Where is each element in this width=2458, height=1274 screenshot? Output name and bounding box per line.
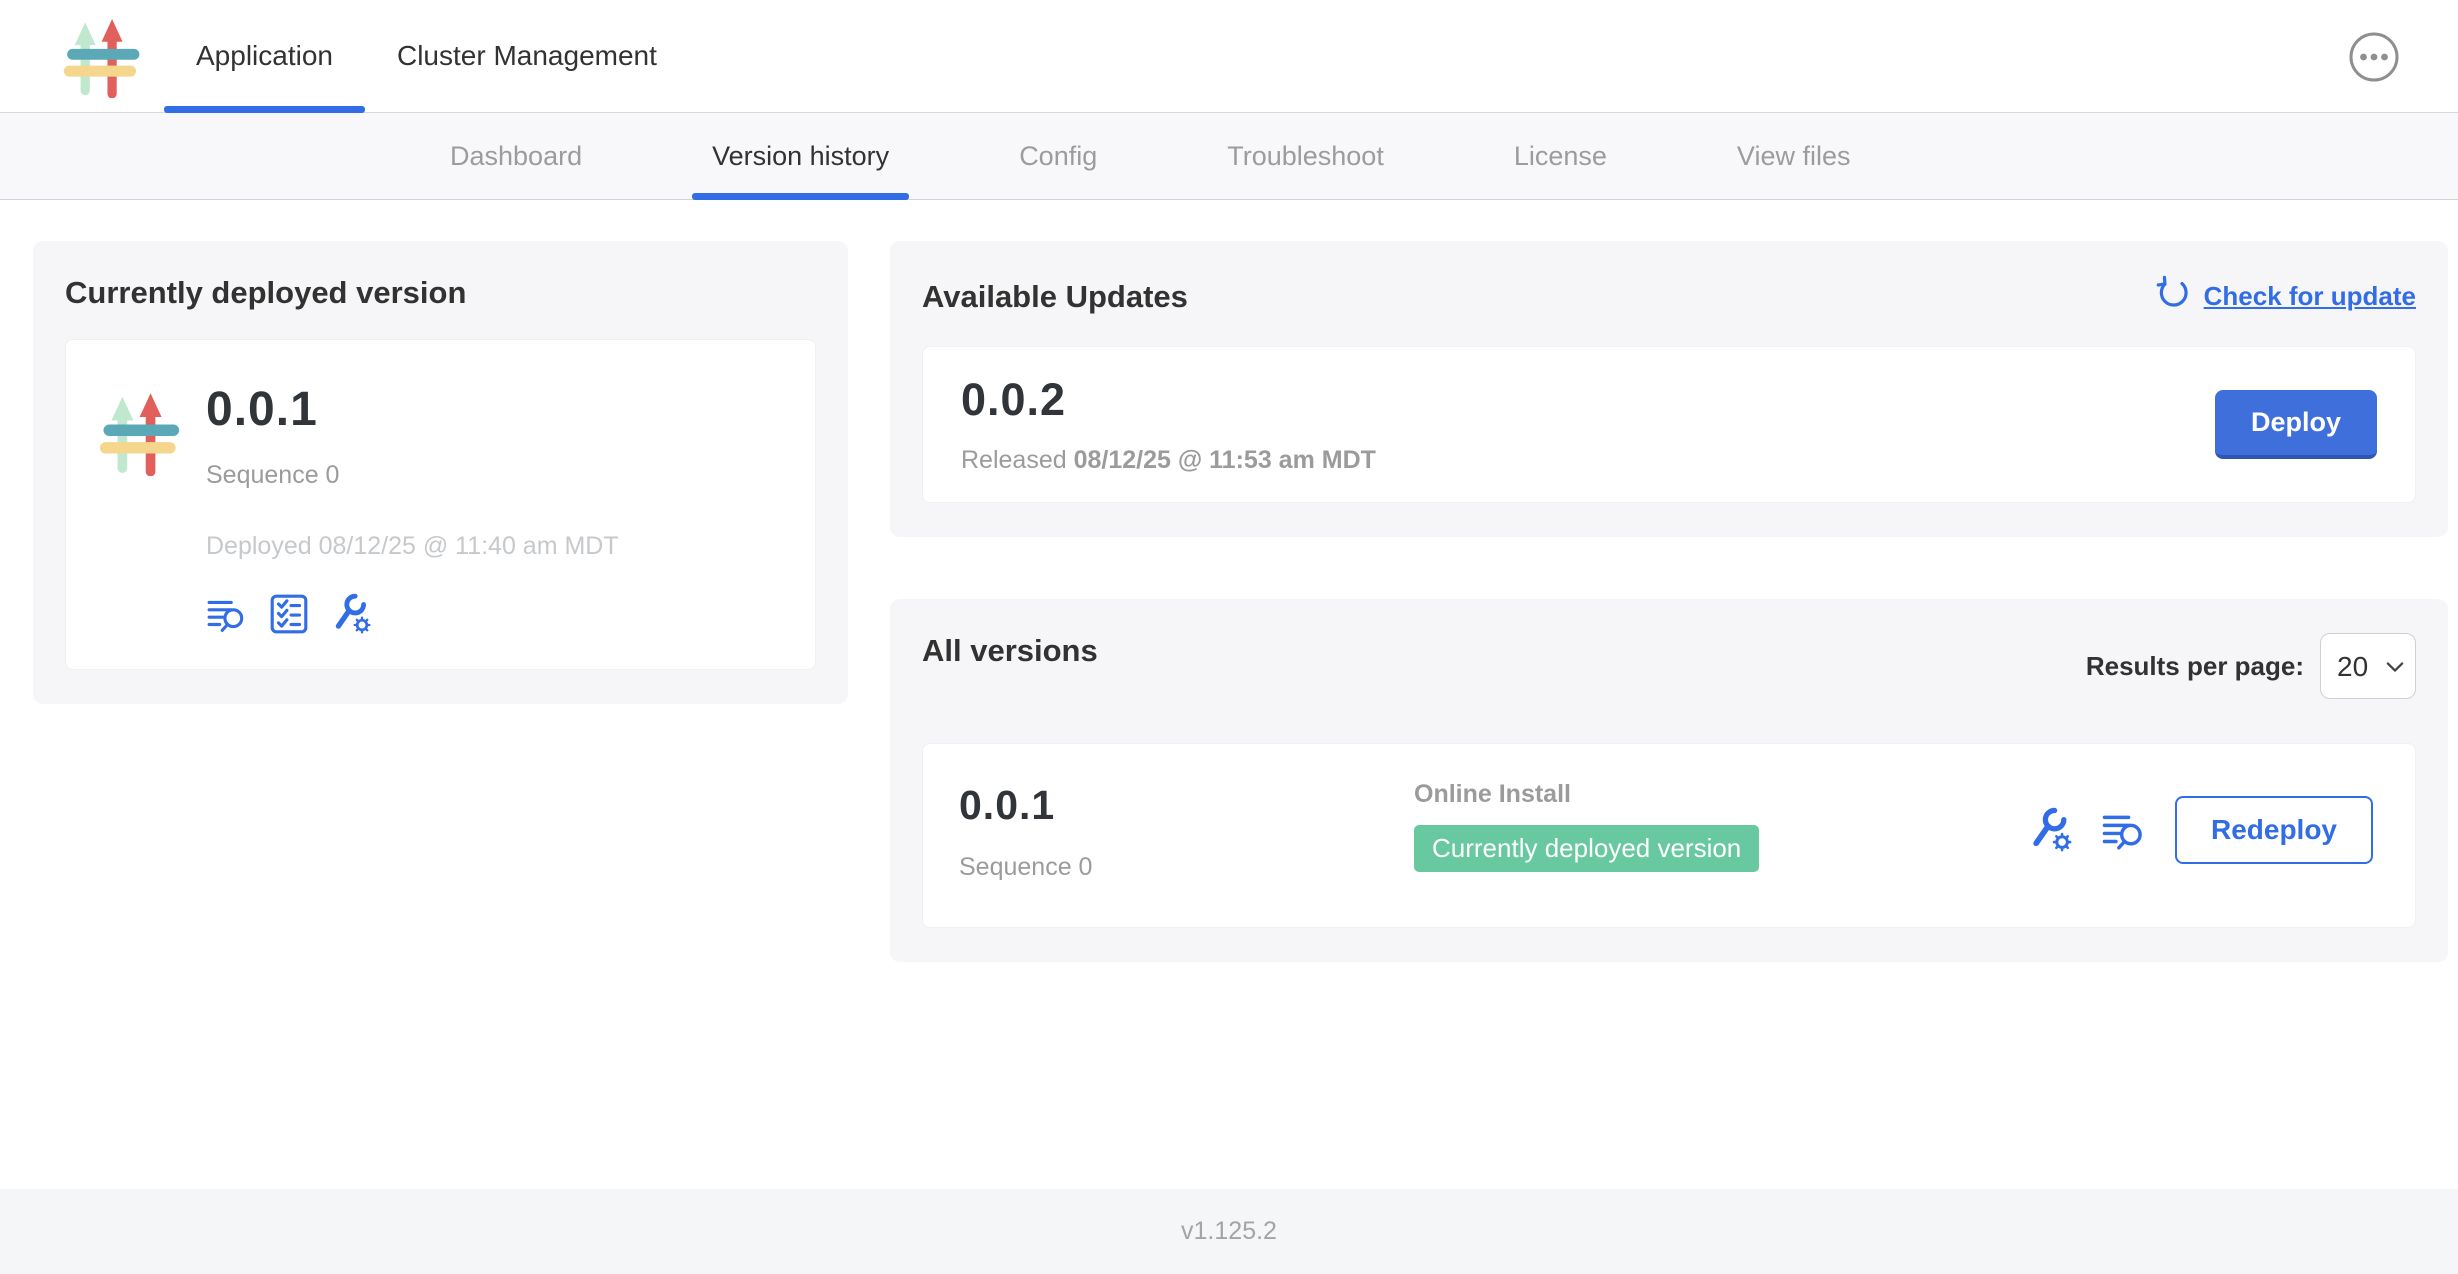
view-logs-icon [206, 593, 248, 635]
released-prefix: Released [961, 446, 1074, 474]
edit-config-button[interactable] [330, 593, 372, 635]
app-sub-nav: Dashboard Version history Config Trouble… [0, 113, 2458, 200]
current-version-sequence: Sequence 0 [206, 461, 619, 490]
check-for-update-label: Check for update [2204, 281, 2416, 312]
redeploy-button[interactable]: Redeploy [2175, 796, 2373, 864]
refresh-icon [2154, 275, 2192, 318]
overflow-menu-button[interactable] [2348, 31, 2400, 83]
ellipsis-icon [2348, 31, 2400, 83]
tab-application[interactable]: Application [164, 0, 365, 112]
install-type-label: Online Install [1414, 780, 2027, 809]
currently-deployed-version-panel: 0.0.1 Sequence 0 Deployed 08/12/25 @ 11:… [65, 339, 816, 670]
results-per-page-select-wrap: 20 [2320, 633, 2416, 699]
console-version: v1.125.2 [1181, 1217, 1277, 1246]
available-updates-card: Available Updates Check for update 0.0.2… [890, 241, 2448, 537]
tab-license-label: License [1514, 141, 1607, 172]
view-logs-icon [2101, 807, 2147, 853]
tab-config-label: Config [1019, 141, 1097, 172]
all-versions-card: All versions Results per page: 20 0.0.1 … [890, 599, 2448, 962]
view-logs-button[interactable] [2101, 807, 2147, 853]
update-released-timestamp: Released 08/12/25 @ 11:53 am MDT [961, 446, 1376, 475]
currently-deployed-badge: Currently deployed version [1414, 825, 1759, 872]
deploy-button[interactable]: Deploy [2215, 390, 2377, 459]
app-logo-icon [58, 14, 146, 98]
available-updates-title: Available Updates [922, 279, 1188, 315]
tab-troubleshoot[interactable]: Troubleshoot [1227, 113, 1384, 199]
top-nav: Application Cluster Management [0, 0, 2458, 113]
released-date: 08/12/25 @ 11:53 am MDT [1074, 446, 1376, 474]
all-versions-title: All versions [922, 633, 1098, 669]
results-per-page-label: Results per page: [2086, 651, 2304, 682]
tab-license[interactable]: License [1514, 113, 1607, 199]
currently-deployed-card: Currently deployed version 0.0.1 Sequenc… [33, 241, 848, 704]
tab-dashboard[interactable]: Dashboard [450, 113, 582, 199]
row-version-number: 0.0.1 [959, 782, 1414, 829]
tab-version-history[interactable]: Version history [712, 113, 889, 199]
version-history-page: Currently deployed version 0.0.1 Sequenc… [0, 200, 2458, 1189]
console-footer: v1.125.2 [0, 1189, 2458, 1274]
current-version-number: 0.0.1 [206, 382, 619, 437]
tab-view-files[interactable]: View files [1737, 113, 1851, 199]
tab-dashboard-label: Dashboard [450, 141, 582, 172]
check-for-update-link[interactable]: Check for update [2154, 275, 2416, 318]
tab-version-history-label: Version history [712, 141, 889, 172]
tab-troubleshoot-label: Troubleshoot [1227, 141, 1384, 172]
tab-cluster-management[interactable]: Cluster Management [365, 0, 689, 112]
tab-cluster-management-label: Cluster Management [397, 40, 657, 72]
edit-config-icon [2027, 807, 2073, 853]
version-row: 0.0.1 Sequence 0 Online Install Currentl… [922, 743, 2416, 928]
preflight-checks-icon [268, 593, 310, 635]
view-logs-button[interactable] [206, 593, 248, 635]
available-update-row: 0.0.2 Released 08/12/25 @ 11:53 am MDT D… [922, 346, 2416, 503]
currently-deployed-title: Currently deployed version [65, 275, 816, 311]
edit-config-button[interactable] [2027, 807, 2073, 853]
tab-application-label: Application [196, 40, 333, 72]
app-logo-icon [96, 388, 184, 476]
update-version-number: 0.0.2 [961, 374, 1376, 426]
current-version-deployed-timestamp: Deployed 08/12/25 @ 11:40 am MDT [206, 532, 619, 561]
tab-view-files-label: View files [1737, 141, 1851, 172]
tab-config[interactable]: Config [1019, 113, 1097, 199]
preflight-checks-button[interactable] [268, 593, 310, 635]
results-per-page-select[interactable]: 20 [2320, 633, 2416, 699]
row-version-sequence: Sequence 0 [959, 853, 1414, 882]
edit-config-icon [330, 593, 372, 635]
